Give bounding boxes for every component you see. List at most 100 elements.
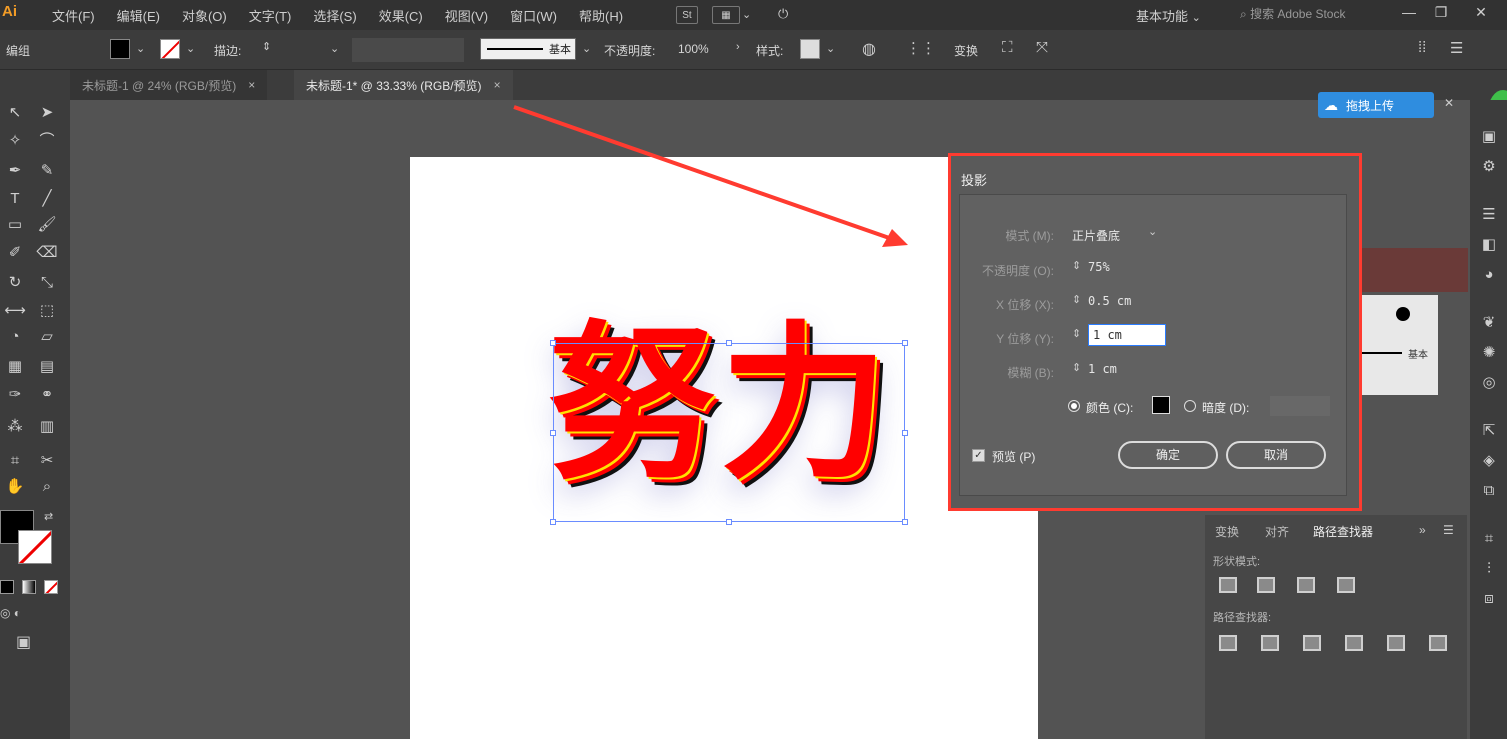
resize-handle[interactable] [726, 519, 732, 525]
unite-icon[interactable] [1219, 577, 1237, 593]
opacity-field[interactable]: 75% [1088, 260, 1110, 274]
merge-icon[interactable] [1303, 635, 1321, 651]
lasso-icon[interactable]: ⌒ [34, 128, 60, 154]
type-tool-icon[interactable]: T [2, 186, 28, 212]
free-transform-icon[interactable]: ⬚ [34, 298, 60, 324]
swap-colors-icon[interactable]: ⇄ [44, 510, 53, 523]
gradient-tool-icon[interactable]: ▤ [34, 354, 60, 380]
y-offset-stepper[interactable]: ⇕ [1072, 327, 1081, 340]
tab-pathfinder[interactable]: 路径查找器 [1313, 523, 1373, 540]
opacity-stepper[interactable]: ⇕ [1072, 259, 1081, 272]
shape-builder-icon[interactable]: ◔ [2, 324, 28, 350]
menu-view[interactable]: 视图(V) [445, 6, 488, 25]
pen-tool-icon[interactable]: ✒ [2, 158, 28, 184]
variable-width-field[interactable] [352, 38, 464, 62]
selection-bounding-box[interactable] [553, 343, 905, 522]
bridge-icon[interactable]: St [676, 6, 698, 24]
chevron-down-icon[interactable]: ⌄ [330, 42, 339, 55]
ok-button[interactable]: 确定 [1118, 441, 1218, 469]
chevron-down-icon[interactable]: ⌄ [582, 42, 591, 55]
y-offset-field[interactable]: 1 cm [1088, 324, 1166, 346]
stroke-weight-stepper[interactable]: ⇕ [262, 40, 271, 53]
graphic-style-swatch[interactable] [800, 39, 820, 59]
minus-front-icon[interactable] [1257, 577, 1275, 593]
workspace-switcher[interactable]: 基本功能 ⌄ [1136, 6, 1201, 25]
swatches-icon[interactable]: ◕ [1478, 264, 1500, 286]
menu-type[interactable]: 文字(T) [249, 6, 292, 25]
color-mode-icon[interactable] [0, 580, 14, 594]
exclude-icon[interactable] [1337, 577, 1355, 593]
stroke-swatch[interactable] [160, 39, 180, 59]
close-icon[interactable]: × [494, 78, 501, 92]
close-icon[interactable]: × [248, 78, 255, 92]
color-guide-icon[interactable]: ◧ [1478, 234, 1500, 256]
rectangle-tool-icon[interactable]: ▭ [2, 212, 28, 238]
direct-selection-tool-icon[interactable]: ➤ [34, 100, 60, 126]
resize-handle[interactable] [902, 519, 908, 525]
export-icon[interactable]: ⇱ [1478, 420, 1500, 442]
trim-icon[interactable] [1261, 635, 1279, 651]
scale-tool-icon[interactable]: ⤡ [34, 270, 60, 296]
x-offset-field[interactable]: 0.5 cm [1088, 294, 1131, 308]
blur-field[interactable]: 1 cm [1088, 362, 1117, 376]
x-offset-stepper[interactable]: ⇕ [1072, 293, 1081, 306]
screen-mode-icon[interactable]: ▣ [16, 632, 31, 652]
stock-search[interactable]: ⌕ 搜索 Adobe Stock [1240, 5, 1370, 25]
intersect-icon[interactable] [1297, 577, 1315, 593]
magic-wand-icon[interactable]: ✧ [2, 128, 28, 154]
close-window-button[interactable]: ✕ [1470, 4, 1492, 24]
flip-icon[interactable]: ⤧ [1036, 39, 1048, 56]
arrange-documents-icon[interactable]: ▦ [712, 6, 740, 24]
artboard-tool-icon[interactable]: ⌗ [2, 448, 28, 474]
cancel-button[interactable]: 取消 [1226, 441, 1326, 469]
minimize-button[interactable]: — [1398, 4, 1420, 24]
layers-menu-icon[interactable]: ☰ [1478, 204, 1500, 226]
fill-swatch[interactable] [110, 39, 130, 59]
divide-icon[interactable] [1219, 635, 1237, 651]
blend-tool-icon[interactable]: ⚭ [34, 382, 60, 408]
mode-dropdown[interactable]: 正片叠底 [1072, 227, 1120, 244]
transform-panel-icon[interactable]: ⌗ [1478, 528, 1500, 550]
rotate-tool-icon[interactable]: ↻ [2, 270, 28, 296]
preview-checkbox[interactable]: ✓ [972, 449, 985, 462]
brushes-icon[interactable]: ❦ [1478, 312, 1500, 334]
brush-definition[interactable]: 基本 [480, 38, 576, 60]
width-tool-icon[interactable]: ⟷ [2, 298, 28, 324]
tab-align[interactable]: 对齐 [1265, 523, 1289, 540]
shadow-color-swatch[interactable] [1152, 396, 1170, 414]
close-icon[interactable]: ✕ [1444, 96, 1454, 110]
transform-label[interactable]: 变换 [954, 42, 978, 59]
restore-button[interactable]: ❐ [1430, 4, 1452, 24]
resize-handle[interactable] [902, 430, 908, 436]
resize-handle[interactable] [550, 430, 556, 436]
chevron-down-icon[interactable]: ⌄ [826, 42, 835, 55]
menu-select[interactable]: 选择(S) [313, 6, 356, 25]
libraries-icon[interactable]: ▣ [1478, 126, 1500, 148]
panel-collapse-icon[interactable]: » [1419, 523, 1426, 537]
resize-handle[interactable] [550, 519, 556, 525]
menu-object[interactable]: 对象(O) [182, 6, 227, 25]
layers-icon[interactable]: ◈ [1478, 450, 1500, 472]
paintbrush-icon[interactable]: 🖌 [34, 212, 60, 238]
menu-effect[interactable]: 效果(C) [379, 6, 423, 25]
opacity-value[interactable]: 100% [678, 42, 709, 56]
menu-window[interactable]: 窗口(W) [510, 6, 557, 25]
tab-transform[interactable]: 变换 [1215, 523, 1239, 540]
artboards-icon[interactable]: ⧉ [1478, 480, 1500, 502]
graph-tool-icon[interactable]: ▥ [34, 414, 60, 440]
none-mode-icon[interactable] [44, 580, 58, 594]
minus-back-icon[interactable] [1429, 635, 1447, 651]
gpu-performance-icon[interactable]: ⏻ [778, 6, 788, 22]
panel-options-icon[interactable]: ⁞⁞ [1418, 39, 1426, 56]
shaper-tool-icon[interactable]: ✐ [2, 240, 28, 266]
chevron-right-icon[interactable]: › [736, 41, 740, 53]
isolate-icon[interactable]: ⛶ [1002, 39, 1013, 56]
curvature-tool-icon[interactable]: ✎ [34, 158, 60, 184]
pathfinder-panel-icon[interactable]: ⧈ [1478, 588, 1500, 610]
panel-menu-icon[interactable]: ☰ [1443, 523, 1454, 537]
chevron-down-icon[interactable]: ⌄ [1148, 225, 1157, 238]
outline-icon[interactable] [1387, 635, 1405, 651]
slice-tool-icon[interactable]: ✂ [34, 448, 60, 474]
drag-upload-button[interactable]: ☁ 拖拽上传 [1318, 92, 1434, 118]
resize-handle[interactable] [550, 340, 556, 346]
